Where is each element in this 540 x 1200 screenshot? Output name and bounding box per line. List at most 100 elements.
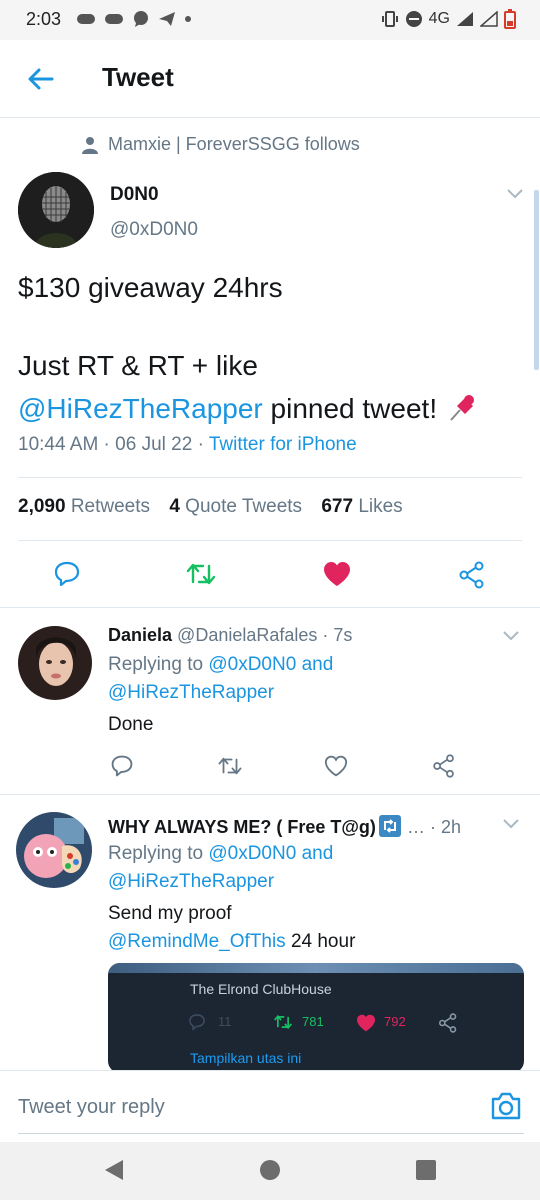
reply-time-separator: ·: [424, 817, 441, 837]
embed-title: The Elrond ClubHouse: [190, 981, 332, 997]
avatar[interactable]: [18, 626, 92, 700]
replying-and[interactable]: and: [302, 843, 334, 864]
reply-icon[interactable]: [53, 560, 81, 588]
replying-prefix: Replying to: [108, 843, 204, 864]
tweet-display-name[interactable]: D0N0: [110, 184, 159, 206]
game-controller-icon: [77, 14, 95, 24]
telegram-icon: [159, 12, 175, 26]
reply-icon: [189, 1014, 205, 1031]
signal-icon: [457, 12, 473, 26]
chevron-down-icon[interactable]: [502, 818, 520, 830]
chevron-down-icon[interactable]: [502, 630, 520, 642]
reply-handle[interactable]: @DanielaRafales: [177, 625, 317, 645]
share-icon[interactable]: [432, 754, 456, 778]
retweet-icon: [274, 1014, 292, 1030]
scrollbar[interactable]: [534, 190, 539, 370]
embed-retweet-count: 781: [302, 1014, 324, 1029]
reply-icon[interactable]: [110, 754, 134, 778]
embed-reply-count: 11: [218, 1014, 232, 1029]
battery-low-icon: [504, 9, 516, 29]
tweet-meta: 10:44 AM · 06 Jul 22 · Twitter for iPhon…: [18, 434, 357, 455]
divider: [0, 607, 540, 608]
retweet-emoji-icon: [378, 815, 401, 837]
embed-like-count: 792: [384, 1014, 406, 1029]
like-heart-filled-icon[interactable]: [323, 561, 351, 587]
divider: [0, 794, 540, 795]
reply-text-fragment: 24 hour: [285, 931, 356, 952]
likes-stat[interactable]: 677 Likes: [321, 496, 416, 517]
page-title: Tweet: [102, 62, 174, 92]
nav-back-icon[interactable]: [103, 1158, 125, 1182]
chat-bubble-icon: [134, 11, 148, 27]
do-not-disturb-icon: [405, 11, 422, 27]
tweet-text-line: @HiRezTheRapper pinned tweet!: [18, 390, 479, 425]
divider: [18, 477, 522, 478]
tweet-stats: 2,090 Retweets 4 Quote Tweets 677 Likes: [18, 496, 417, 518]
divider: [18, 540, 522, 541]
pushpin-emoji-icon: [450, 395, 474, 421]
nav-home-icon[interactable]: [259, 1159, 281, 1181]
camera-icon[interactable]: [490, 1091, 522, 1121]
reply-text: Send my proof: [108, 903, 232, 924]
system-navigation-bar: [0, 1142, 540, 1200]
tweet-handle[interactable]: @0xD0N0: [110, 219, 198, 241]
signal-icon: [480, 11, 498, 27]
reply-text: Done: [108, 714, 154, 735]
quotes-stat[interactable]: 4 Quote Tweets: [169, 496, 316, 517]
reply-header: WHY ALWAYS ME? ( Free T@g) … · 2h: [108, 814, 461, 838]
mention-link[interactable]: @HiRezTheRapper: [18, 393, 263, 424]
show-thread-link[interactable]: Tampilkan utas ini: [190, 1050, 301, 1066]
avatar-image: [18, 172, 94, 248]
game-controller-icon: [105, 14, 123, 24]
reply-text: @RemindMe_OfThis 24 hour: [108, 931, 355, 953]
person-icon: [82, 136, 98, 154]
social-context-text: Mamxie | ForeverSSGG follows: [108, 134, 360, 154]
vibrate-icon: [381, 11, 398, 27]
tweet-source-link[interactable]: Twitter for iPhone: [209, 434, 357, 455]
replying-prefix: Replying to: [108, 654, 204, 675]
reply-time-separator: ·: [317, 625, 334, 645]
name-truncation-ellipsis: …: [406, 817, 425, 837]
replying-and[interactable]: and: [302, 654, 334, 675]
status-bar: 2:03 4G: [0, 0, 540, 40]
reply-display-name[interactable]: WHY ALWAYS ME? ( Free T@g): [108, 817, 376, 837]
mention-link[interactable]: @HiRezTheRapper: [108, 871, 274, 893]
like-heart-filled-icon: [357, 1014, 375, 1032]
avatar-image: [18, 626, 92, 700]
system-icons: 4G: [381, 9, 516, 29]
tweet-time: 10:44 AM: [18, 434, 99, 455]
mention-link[interactable]: @0xD0N0: [208, 843, 296, 864]
reply-input-underline: [18, 1133, 524, 1134]
retweet-icon[interactable]: [185, 560, 217, 588]
retweet-icon[interactable]: [217, 754, 243, 778]
reply-time: 2h: [440, 817, 461, 837]
reply-composer[interactable]: Tweet your reply: [0, 1070, 540, 1142]
network-type: 4G: [428, 10, 450, 27]
reply-input[interactable]: Tweet your reply: [18, 1096, 165, 1119]
chevron-down-icon[interactable]: [506, 188, 524, 200]
reply-display-name[interactable]: Daniela: [108, 625, 172, 645]
reply-header: Daniela @DanielaRafales · 7s: [108, 625, 352, 646]
tweet-date: 06 Jul 22: [115, 434, 193, 455]
back-arrow-icon[interactable]: [26, 64, 56, 94]
embedded-media-card[interactable]: The Elrond ClubHouse 11 781 792 Tampilka…: [108, 963, 524, 1073]
mention-link[interactable]: @0xD0N0: [208, 654, 296, 675]
tweet-text-fragment: pinned tweet!: [262, 393, 445, 424]
retweets-stat[interactable]: 2,090 Retweets: [18, 496, 164, 517]
share-icon[interactable]: [458, 561, 486, 589]
replying-to: Replying to @0xD0N0 and: [108, 654, 333, 676]
notification-icons: [76, 10, 192, 28]
mention-link[interactable]: @RemindMe_OfThis: [108, 931, 286, 952]
image-strip: [108, 963, 524, 973]
more-notifications-dot-icon: [185, 16, 191, 22]
nav-recents-icon[interactable]: [415, 1159, 437, 1181]
top-app-bar: Tweet: [0, 40, 540, 118]
social-context[interactable]: Mamxie | ForeverSSGG follows: [80, 134, 360, 155]
avatar[interactable]: [18, 172, 94, 248]
like-heart-icon[interactable]: [324, 755, 348, 777]
share-icon: [439, 1013, 457, 1033]
avatar-image: [16, 812, 92, 888]
replying-to: Replying to @0xD0N0 and: [108, 843, 333, 865]
avatar[interactable]: [16, 812, 92, 888]
mention-link[interactable]: @HiRezTheRapper: [108, 682, 274, 704]
